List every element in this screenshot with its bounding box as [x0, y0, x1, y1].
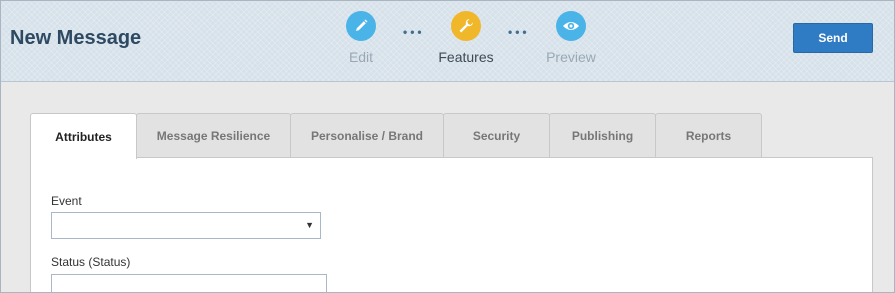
tab-attributes[interactable]: Attributes — [30, 113, 137, 159]
event-label: Event — [51, 194, 82, 208]
status-label: Status (Status) — [51, 255, 131, 269]
step-preview[interactable]: Preview — [531, 11, 611, 65]
tab-message-resilience[interactable]: Message Resilience — [136, 113, 291, 158]
send-button[interactable]: Send — [793, 23, 873, 53]
pencil-icon — [346, 11, 376, 41]
wrench-icon — [451, 11, 481, 41]
step-separator: ••• — [403, 25, 425, 39]
step-features-label: Features — [438, 49, 494, 65]
status-input[interactable] — [51, 274, 327, 292]
page-title: New Message — [10, 27, 142, 49]
tab-personalise-brand[interactable]: Personalise / Brand — [290, 113, 444, 158]
event-select[interactable]: ▼ — [51, 212, 321, 239]
step-preview-label: Preview — [546, 49, 596, 65]
header-bar: New Message Edit ••• Features ••• Previe… — [1, 1, 894, 82]
eye-icon — [556, 11, 586, 41]
tab-reports[interactable]: Reports — [655, 113, 762, 158]
tab-publishing[interactable]: Publishing — [549, 113, 656, 158]
tab-security[interactable]: Security — [443, 113, 550, 158]
step-edit[interactable]: Edit — [321, 11, 401, 65]
step-edit-label: Edit — [348, 49, 374, 65]
step-separator: ••• — [508, 25, 530, 39]
step-features[interactable]: Features — [426, 11, 506, 65]
app-window: New Message Edit ••• Features ••• Previe… — [0, 0, 895, 293]
dropdown-arrow-icon: ▼ — [305, 220, 314, 230]
attributes-panel: Event ▼ Status (Status) — [30, 157, 873, 292]
